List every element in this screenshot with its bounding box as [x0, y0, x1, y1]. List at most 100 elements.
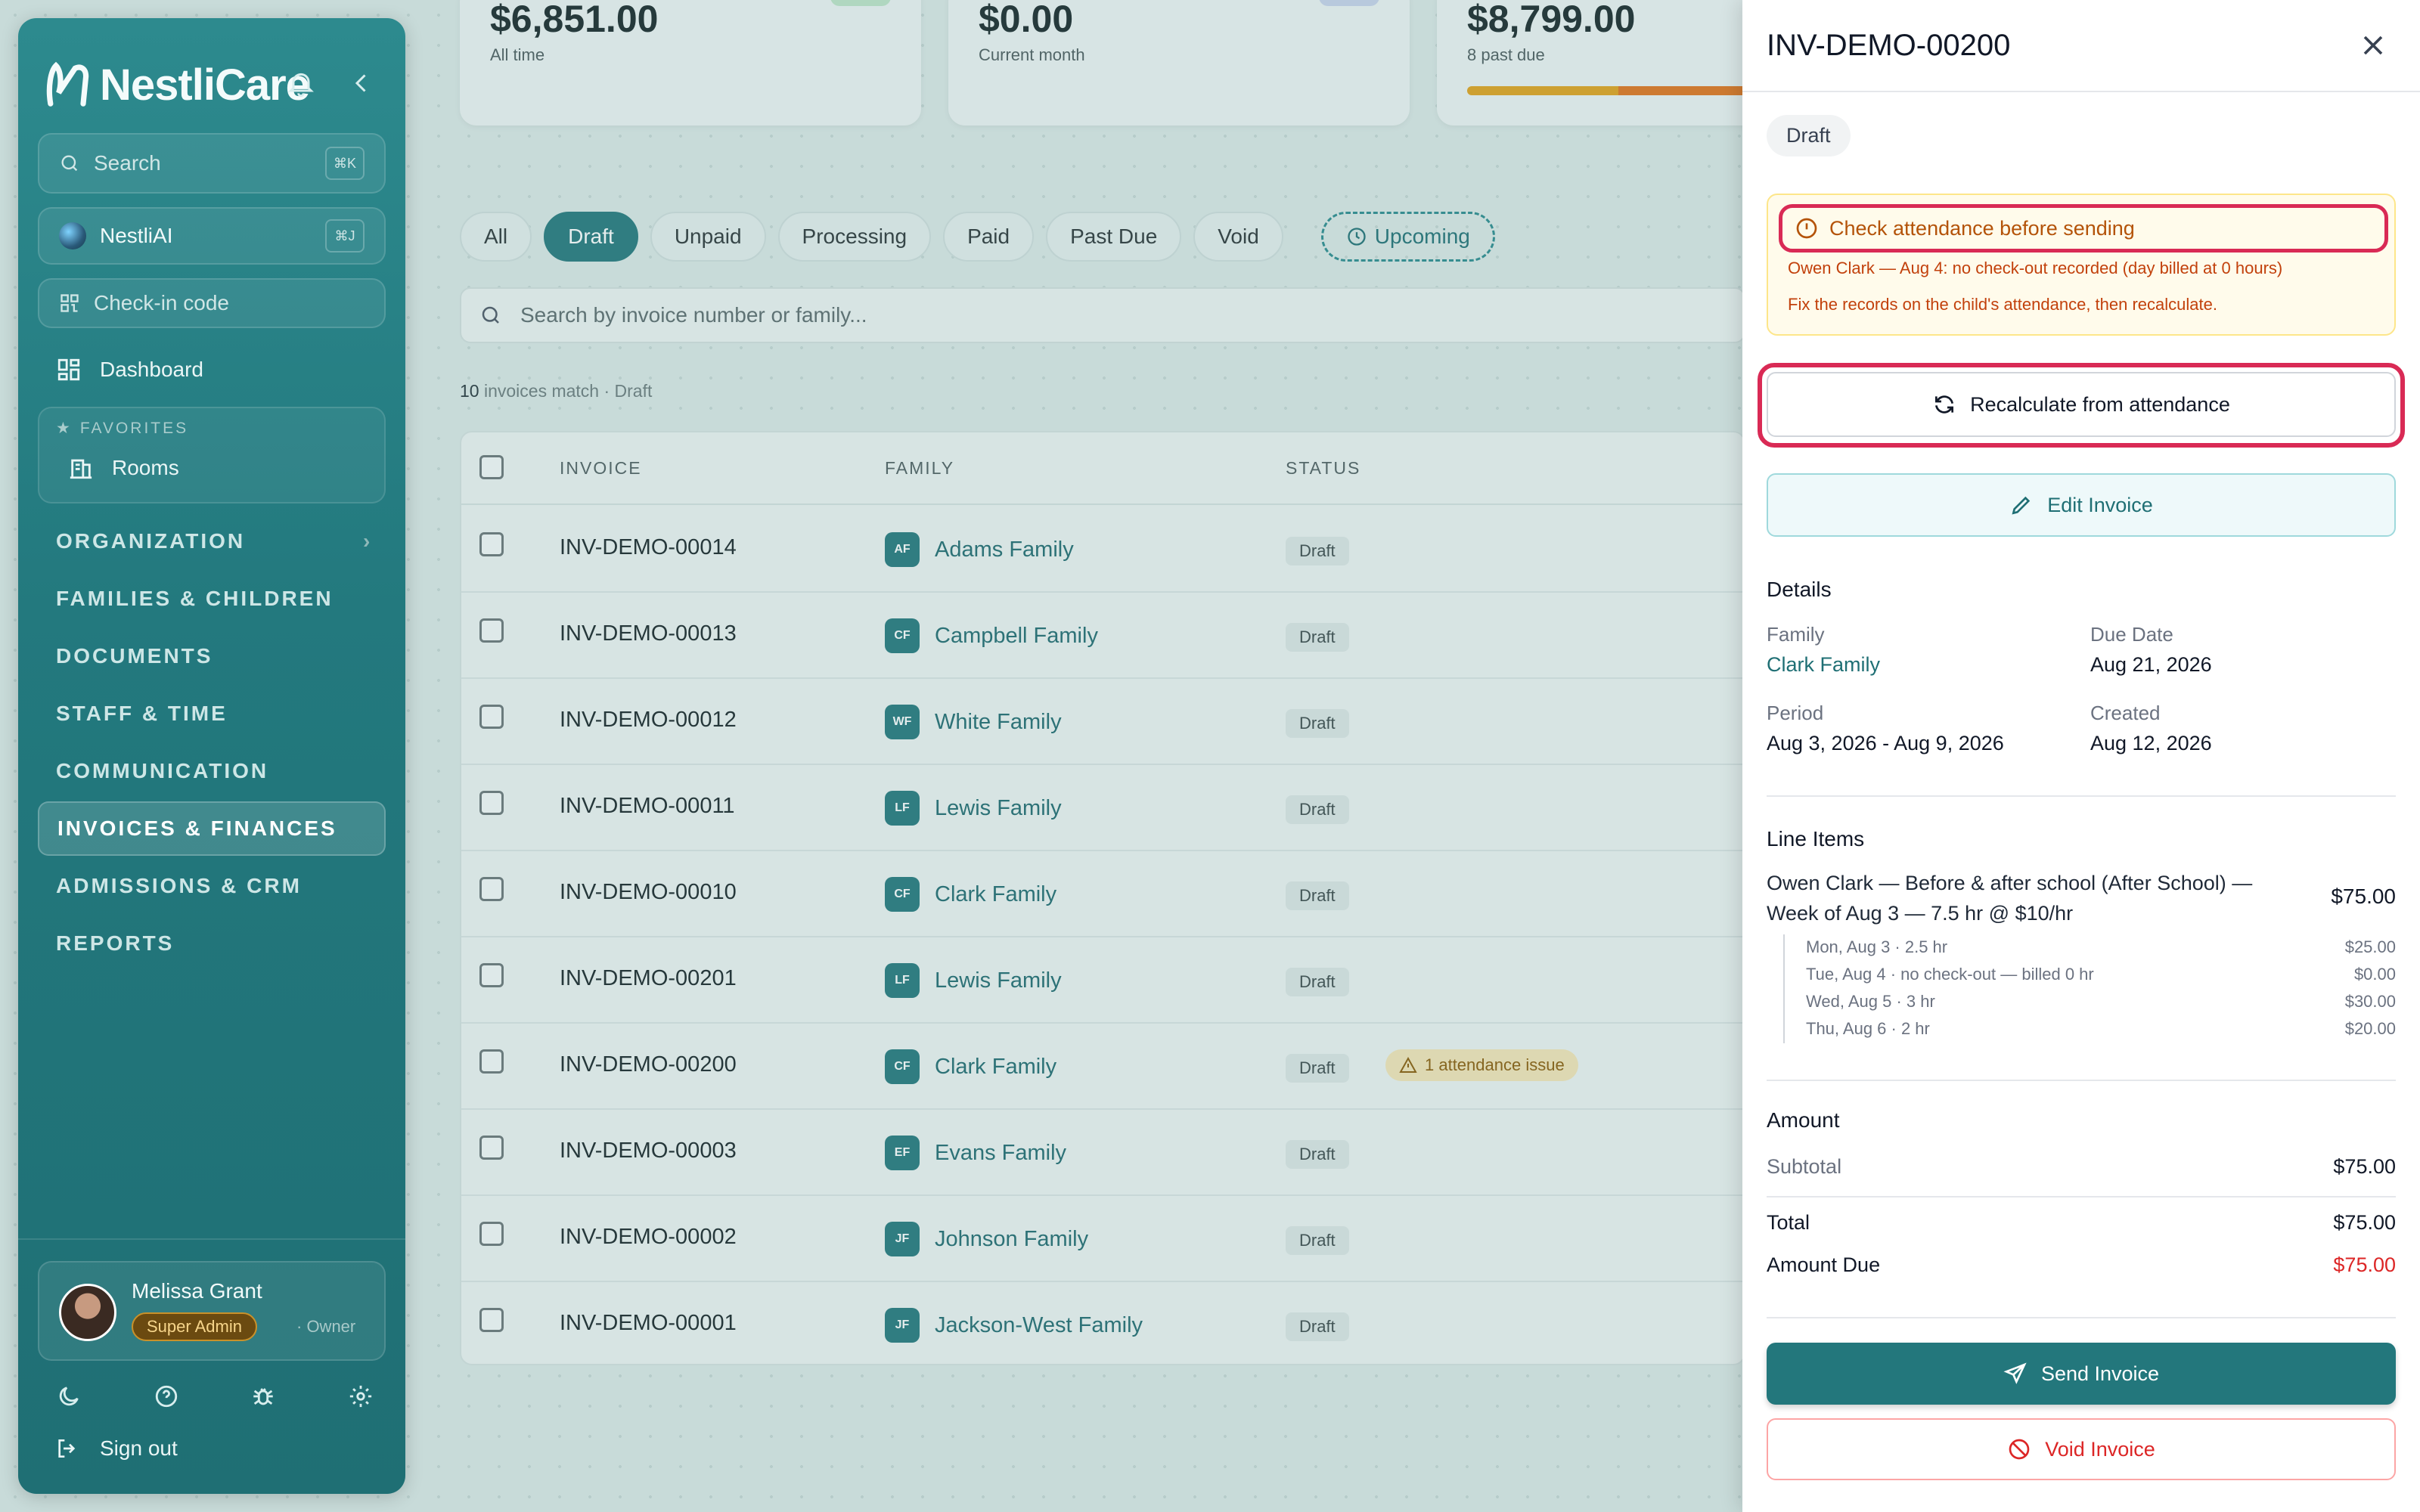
sidebar-item-dashboard[interactable]: Dashboard: [56, 357, 203, 383]
section-organization[interactable]: ORGANIZATION ›: [56, 529, 370, 553]
favorites-label: FAVORITES: [79, 419, 189, 437]
rooms-label: Rooms: [112, 456, 179, 479]
help-icon[interactable]: [154, 1383, 179, 1409]
sidebar: NestliCare Search ⌘K NestliAI ⌘J Check-i…: [18, 18, 405, 1494]
search-shortcut: ⌘K: [325, 147, 365, 180]
amount-due-label: Amount Due: [1767, 1253, 1881, 1276]
void-invoice-label: Void Invoice: [2045, 1437, 2155, 1461]
nestli-ai-button[interactable]: NestliAI ⌘J: [38, 207, 386, 265]
user-suffix: · Owner: [296, 1317, 356, 1336]
edit-invoice-button[interactable]: Edit Invoice: [1767, 473, 2396, 537]
bell-icon[interactable]: [286, 68, 316, 98]
favorite-item-rooms[interactable]: Rooms: [68, 455, 179, 481]
recalculate-button[interactable]: Recalculate from attendance: [1767, 372, 2396, 437]
sidebar-utility-icons: [56, 1383, 374, 1409]
subtotal-row: Subtotal $75.00: [1767, 1155, 2396, 1179]
app-logo: NestliCare: [42, 57, 310, 112]
section-staff-time[interactable]: STAFF & TIME: [56, 702, 228, 726]
amount-due-row: Amount Due $75.00: [1767, 1253, 2396, 1277]
section-reports[interactable]: REPORTS: [56, 931, 174, 956]
panel-title: INV-DEMO-00200: [1767, 29, 2011, 62]
ban-icon: [2009, 1439, 2030, 1460]
send-invoice-label: Send Invoice: [2040, 1362, 2160, 1385]
send-invoice-button[interactable]: Send Invoice: [1767, 1343, 2396, 1405]
line-item-amount: $75.00: [2331, 885, 2396, 908]
check-in-label: Check-in code: [94, 291, 229, 314]
void-invoice-button[interactable]: Void Invoice: [1767, 1418, 2396, 1480]
period-value: Aug 3, 2026 - Aug 9, 2026: [1767, 732, 2004, 754]
family-label: Family: [1767, 623, 1825, 646]
user-profile-card[interactable]: Melissa Grant Super Admin · Owner: [38, 1261, 386, 1361]
day-label: Wed, Aug 5 · 3 hr: [1806, 992, 1935, 1011]
created-value: Aug 12, 2026: [2090, 732, 2212, 754]
building-icon: [70, 459, 92, 479]
recalculate-label: Recalculate from attendance: [1970, 392, 2230, 416]
amount-heading: Amount: [1767, 1108, 1840, 1132]
pencil-icon: [2012, 496, 2031, 515]
subtotal-value: $75.00: [2333, 1155, 2396, 1178]
warning-detail: Owen Clark — Aug 4: no check-out recorde…: [1788, 259, 2283, 277]
favorites-group: ★ FAVORITES Rooms: [38, 407, 386, 503]
warning-title-highlight: Check attendance before sending: [1779, 204, 2388, 253]
moon-icon[interactable]: [56, 1383, 82, 1409]
total-row: Total $75.00: [1767, 1211, 2396, 1235]
subtotal-divider: [1767, 1196, 2396, 1198]
dashboard-label: Dashboard: [100, 358, 203, 381]
status-badge: Draft: [1767, 115, 1851, 156]
warning-title: Check attendance before sending: [1829, 216, 2135, 240]
attendance-warning: Check attendance before sending Owen Cla…: [1767, 194, 2396, 336]
section-families-children[interactable]: FAMILIES & CHILDREN: [56, 587, 334, 611]
check-in-code-button[interactable]: Check-in code: [38, 278, 386, 328]
nestli-ai-label: NestliAI: [100, 224, 173, 247]
send-icon: [2003, 1362, 2027, 1384]
panel-header-divider: [1742, 91, 2420, 92]
invoice-detail-panel: INV-DEMO-00200 Draft Check attendance be…: [1742, 0, 2420, 1512]
section-communication[interactable]: COMMUNICATION: [56, 759, 268, 783]
day-amount: $25.00: [2344, 937, 2396, 956]
favorites-heading: ★ FAVORITES: [56, 419, 188, 438]
ai-orb-icon: [59, 222, 86, 249]
sign-out-icon: [58, 1439, 76, 1458]
role-badge: Super Admin: [132, 1312, 257, 1341]
sidebar-search[interactable]: Search ⌘K: [38, 133, 386, 194]
day-row: Thu, Aug 6 · 2 hr $20.00: [1785, 1016, 2396, 1043]
chevron-right-icon: ›: [363, 529, 373, 553]
details-divider: [1767, 795, 2396, 797]
logo-mark-icon: [46, 61, 89, 107]
day-amount: $0.00: [2353, 965, 2396, 984]
line-item-description: Owen Clark — Before & after school (Afte…: [1767, 872, 2253, 925]
section-admissions-crm[interactable]: ADMISSIONS & CRM: [56, 874, 302, 898]
bug-icon[interactable]: [250, 1383, 276, 1409]
section-invoices-finances[interactable]: INVOICES & FINANCES: [38, 801, 386, 856]
total-label: Total: [1767, 1211, 1810, 1234]
line-items-heading: Line Items: [1767, 827, 1865, 850]
ai-shortcut: ⌘J: [325, 219, 365, 253]
period-label: Period: [1767, 702, 1824, 724]
logo-text: NestliCare: [100, 60, 310, 110]
day-label: Tue, Aug 4 · no check-out — billed 0 hr: [1806, 965, 2094, 984]
star-icon: ★: [56, 420, 73, 437]
sidebar-divider: [18, 1238, 405, 1240]
details-heading: Details: [1767, 578, 1832, 601]
search-icon: [61, 155, 78, 172]
sign-out-label: Sign out: [100, 1436, 178, 1460]
day-row: Wed, Aug 5 · 3 hr $30.00: [1785, 989, 2396, 1016]
section-documents[interactable]: DOCUMENTS: [56, 644, 213, 668]
family-link[interactable]: Clark Family: [1767, 653, 1880, 677]
day-amount: $30.00: [2344, 992, 2396, 1011]
warning-instruction: Fix the records on the child's attendanc…: [1788, 295, 2217, 314]
day-row: Tue, Aug 4 · no check-out — billed 0 hr $…: [1785, 962, 2396, 989]
collapse-chevron-icon[interactable]: [348, 70, 375, 97]
dashboard-icon: [57, 358, 80, 381]
due-date-value: Aug 21, 2026: [2090, 653, 2212, 676]
amount-divider: [1767, 1317, 2396, 1318]
refresh-icon: [1935, 395, 1954, 414]
alert-circle-icon: [1796, 218, 1817, 239]
day-row: Mon, Aug 3 · 2.5 hr $25.00: [1785, 934, 2396, 962]
close-icon[interactable]: [2356, 29, 2390, 62]
user-name: Melissa Grant: [132, 1279, 262, 1303]
avatar: [59, 1284, 116, 1341]
settings-gear-icon[interactable]: [348, 1383, 374, 1409]
day-label: Mon, Aug 3 · 2.5 hr: [1806, 937, 1948, 956]
sign-out-button[interactable]: Sign out: [54, 1436, 178, 1461]
